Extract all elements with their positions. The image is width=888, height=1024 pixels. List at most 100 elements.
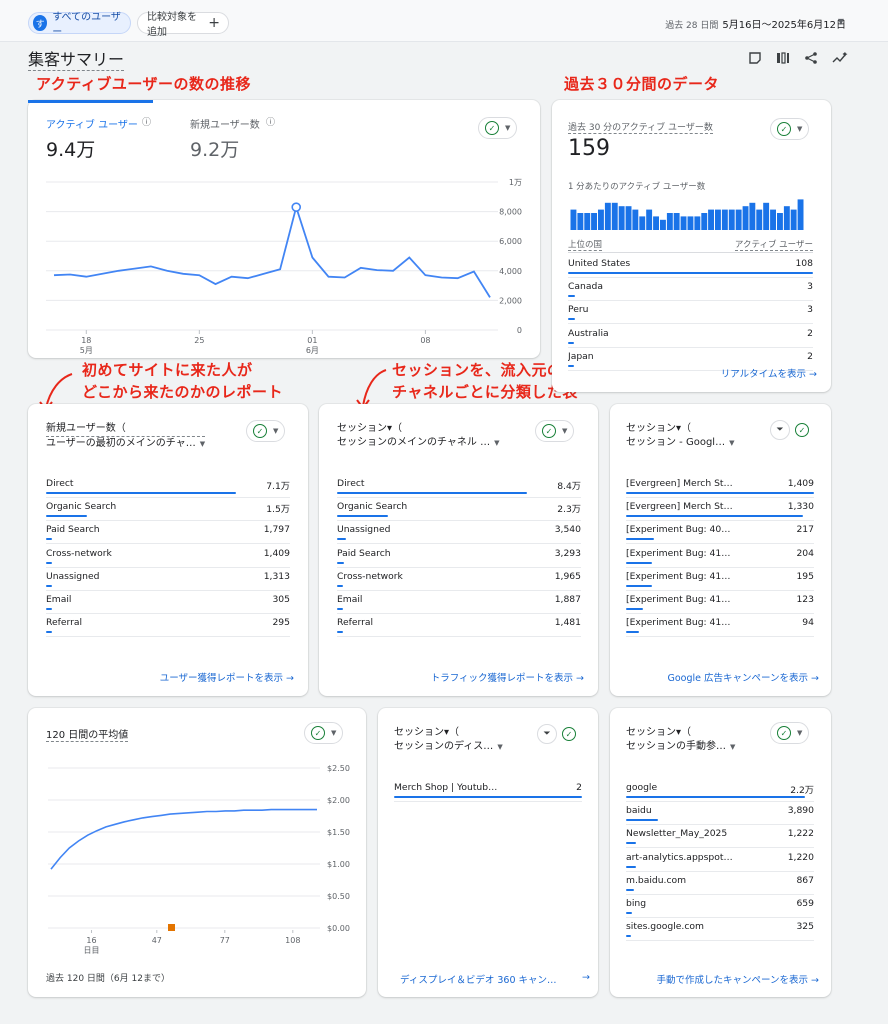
date-range-selector[interactable]: 過去 28 日間 5月16日～2025年6月12日 xyxy=(665,16,846,31)
tab-new-users[interactable]: 新規ユーザー数 9.2万 xyxy=(190,116,260,162)
bar xyxy=(777,213,783,230)
card-title-line1: 新規ユーザー数（ xyxy=(46,422,206,437)
list-item[interactable]: Cross-network 1,409 xyxy=(46,546,290,569)
list-item[interactable]: [Experiment Bug: 40… 217 xyxy=(626,522,814,545)
series-line xyxy=(50,808,317,870)
card-title: 120 日間の平均値 xyxy=(46,726,129,742)
dimension-selector[interactable]: セッションのメインのチャネル … ▼ xyxy=(337,436,499,450)
list-item[interactable]: sites.google.com 325 xyxy=(626,919,814,942)
share-icon[interactable] xyxy=(804,51,818,69)
row-label: Referral xyxy=(46,617,83,629)
dimension-selector[interactable]: セッションのディス… ▼ xyxy=(394,740,503,754)
bar xyxy=(625,206,632,230)
list-item[interactable]: bing 659 xyxy=(626,896,814,919)
list-item[interactable]: art-analytics.appspot… 1,220 xyxy=(626,850,814,873)
compare-toggle-button[interactable]: ✓ ▼ xyxy=(535,420,575,442)
data-point[interactable] xyxy=(291,202,302,212)
x-tick-label: 01 xyxy=(307,336,317,345)
list-item[interactable]: Unassigned 1,313 xyxy=(46,569,290,592)
list-item[interactable]: Referral 1,481 xyxy=(337,615,581,638)
row-divider xyxy=(626,893,814,895)
new-users-list: Direct 7.1万 Organic Search 1.5万 Paid Search 1… xyxy=(46,476,290,638)
list-item[interactable]: Paid Search 1,797 xyxy=(46,522,290,545)
tab-active-users[interactable]: アクティブ ユーザー 9.4万 xyxy=(46,116,138,162)
list-item[interactable]: United States 108 xyxy=(568,256,813,279)
row-label: Cross-network xyxy=(46,547,112,559)
compare-toggle-button[interactable]: ✓ xyxy=(559,723,579,745)
arrow-right-icon[interactable]: → xyxy=(582,972,590,983)
add-comparison-chip[interactable]: 比較対象を追加 + xyxy=(137,12,229,38)
chevron-down-icon[interactable]: ▼ xyxy=(838,17,844,26)
row-label: Organic Search xyxy=(46,501,117,513)
all-users-chip[interactable]: す すべてのユーザー xyxy=(28,12,131,38)
list-item[interactable]: Direct 7.1万 xyxy=(46,476,290,499)
chevron-down-icon: ▼ xyxy=(505,124,511,132)
compare-toggle-button[interactable]: ✓ ▼ xyxy=(770,118,810,140)
dimension-selector[interactable]: ユーザーの最初のメインのチャ… ▼ xyxy=(46,437,205,451)
row-proportion-bar xyxy=(568,341,575,344)
row-proportion-bar xyxy=(46,584,53,587)
dimension-selector[interactable]: セッションの手動参… ▼ xyxy=(626,740,735,754)
filter-icon[interactable]: ⏷ xyxy=(770,420,790,440)
col-country-header: 上位の国 xyxy=(568,240,603,251)
list-item[interactable]: Merch Shop | Youtub… 2 xyxy=(394,780,582,803)
list-item[interactable]: Direct 8.4万 xyxy=(337,476,581,499)
list-item[interactable]: m.baidu.com 867 xyxy=(626,873,814,896)
compare-toggle-button[interactable]: ✓ ▼ xyxy=(304,722,344,744)
compare-toggle-button[interactable]: ✓ xyxy=(792,419,812,441)
view-display-video-link[interactable]: ディスプレイ＆ビデオ 360 キャン… xyxy=(400,972,557,986)
add-comparison-label: 比較対象を追加 xyxy=(147,12,197,38)
list-item[interactable]: Email 1,887 xyxy=(337,592,581,615)
compare-toggle-button[interactable]: ✓ ▼ xyxy=(770,722,810,744)
view-manual-campaigns-link[interactable]: 手動で作成したキャンペーンを表示 → xyxy=(656,972,819,986)
compare-toggle-button[interactable]: ✓ ▼ xyxy=(246,420,286,442)
row-proportion-bar xyxy=(394,796,582,798)
list-item[interactable]: Unassigned 3,540 xyxy=(337,522,581,545)
col-users-header: アクティブ ユーザー xyxy=(734,240,813,251)
list-item[interactable]: baidu 3,890 xyxy=(626,803,814,826)
list-item[interactable]: google 2.2万 xyxy=(626,780,814,803)
annotation-marker[interactable] xyxy=(168,924,175,931)
row-proportion-bar xyxy=(568,272,813,274)
filter-icon[interactable]: ⏷ xyxy=(537,724,557,744)
list-item[interactable]: Organic Search 2.3万 xyxy=(337,499,581,522)
list-item[interactable]: [Evergreen] Merch St… 1,330 xyxy=(626,499,814,522)
insights-icon[interactable] xyxy=(832,51,848,69)
card-title-line2: セッションのメインのチャネル … xyxy=(337,437,491,448)
list-item[interactable]: Referral 295 xyxy=(46,615,290,638)
list-item[interactable]: Cross-network 1,965 xyxy=(337,569,581,592)
list-item[interactable]: [Experiment Bug: 41… 123 xyxy=(626,592,814,615)
view-google-ads-link[interactable]: Google 広告キャンペーンを表示 → xyxy=(667,670,819,684)
row-divider xyxy=(568,300,813,302)
sessions-display-list: Merch Shop | Youtub… 2 xyxy=(394,780,582,803)
row-label: m.baidu.com xyxy=(626,874,687,886)
list-item[interactable]: [Experiment Bug: 41… 204 xyxy=(626,546,814,569)
list-item[interactable]: Paid Search 3,293 xyxy=(337,546,581,569)
card-title-line1: セッション▾（ xyxy=(337,423,403,434)
list-item[interactable]: [Evergreen] Merch St… 1,409 xyxy=(626,476,814,499)
card-title-line2: セッションの手動参… xyxy=(626,741,726,752)
view-traffic-acquisition-link[interactable]: トラフィック獲得レポートを表示 → xyxy=(431,670,584,684)
row-divider xyxy=(626,801,814,802)
list-item[interactable]: Peru 3 xyxy=(568,302,813,325)
list-item[interactable]: Email 305 xyxy=(46,592,290,615)
bar xyxy=(687,216,694,230)
compare-columns-icon[interactable] xyxy=(776,51,790,69)
list-item[interactable]: Australia 2 xyxy=(568,326,813,349)
list-item[interactable]: [Experiment Bug: 41… 94 xyxy=(626,615,814,638)
list-item[interactable]: Newsletter_May_2025 1,222 xyxy=(626,826,814,849)
view-user-acquisition-link[interactable]: ユーザー獲得レポートを表示 → xyxy=(160,670,294,684)
help-icon[interactable]: ⓘ xyxy=(266,115,275,128)
row-value: 1,222 xyxy=(787,828,814,840)
list-item[interactable]: Canada 3 xyxy=(568,279,813,302)
view-realtime-link[interactable]: リアルタイムを表示 → xyxy=(721,366,817,380)
compare-toggle-button[interactable]: ✓ ▼ xyxy=(478,117,518,139)
x-axis-unit-label: 日目 xyxy=(84,946,100,955)
edit-comparison-icon[interactable] xyxy=(748,51,762,69)
page-title: 集客サマリー xyxy=(28,50,125,71)
list-item[interactable]: [Experiment Bug: 41… 195 xyxy=(626,569,814,592)
help-icon[interactable]: ⓘ xyxy=(142,115,151,128)
list-item[interactable]: Organic Search 1.5万 xyxy=(46,499,290,522)
dimension-selector[interactable]: セッション - Googl… ▼ xyxy=(626,436,734,450)
row-divider xyxy=(337,589,581,591)
